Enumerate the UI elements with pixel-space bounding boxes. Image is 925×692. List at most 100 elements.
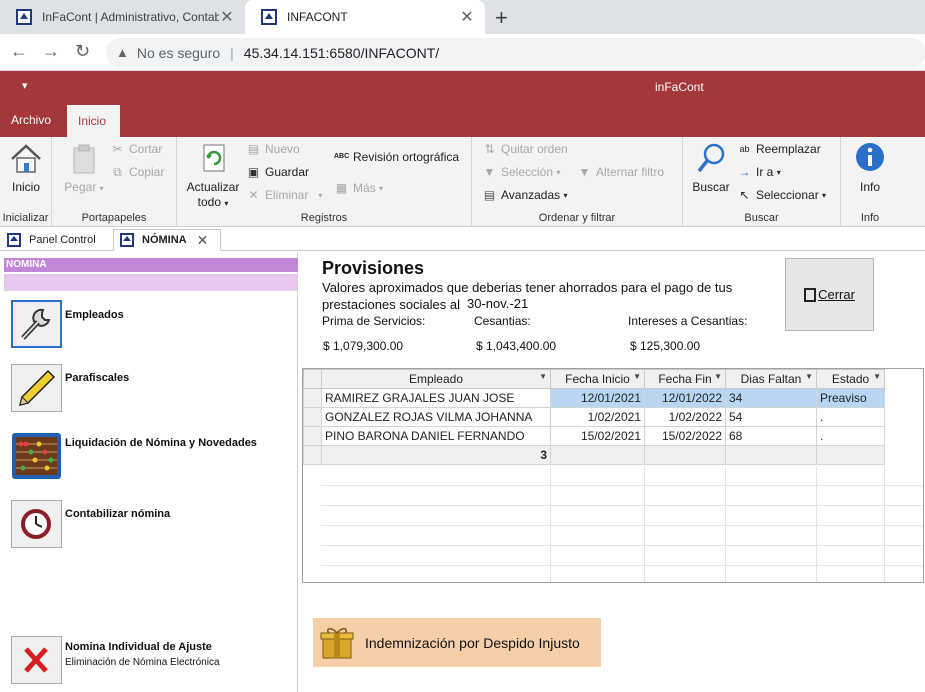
clipboard-icon <box>67 142 101 176</box>
dropdown-icon[interactable]: ▼ <box>873 372 881 381</box>
cell-empleado[interactable]: RAMIREZ GRAJALES JUAN JOSE <box>321 388 551 408</box>
liquidacion-button[interactable] <box>11 432 62 480</box>
cell-fecha-fin[interactable]: 12/01/2022 <box>644 388 726 408</box>
seleccionar-button[interactable]: ↖ Seleccionar ▾ <box>737 188 826 202</box>
column-header-empleado[interactable]: Empleado ▼ <box>321 369 551 389</box>
cell-empleado[interactable]: GONZALEZ ROJAS VILMA JOHANNA <box>321 407 551 427</box>
alternar-label: Alternar filtro <box>596 165 665 179</box>
dropdown-icon[interactable]: ▼ <box>714 372 722 381</box>
indemnizacion-button[interactable]: Indemnización por Despido Injusto <box>313 618 601 667</box>
tab-panel-control[interactable]: Panel Control <box>0 229 103 251</box>
avanzadas-button[interactable]: ▤ Avanzadas ▾ <box>482 188 568 202</box>
url-text[interactable]: 45.34.14.151:6580/INFACONT/ <box>244 45 439 61</box>
url-field[interactable]: ▲ No es seguro | 45.34.14.151:6580/INFAC… <box>106 38 925 67</box>
table-row[interactable]: GONZALEZ ROJAS VILMA JOHANNA 1/02/2021 1… <box>303 407 885 427</box>
column-header-fecha-fin[interactable]: Fecha Fin ▼ <box>644 369 726 389</box>
column-header-estado[interactable]: Estado ▼ <box>816 369 885 389</box>
dropdown-icon[interactable]: ▼ <box>633 372 641 381</box>
cell-estado[interactable]: . <box>816 426 885 446</box>
cell-fecha-inicio[interactable]: 1/02/2021 <box>550 407 645 427</box>
row-selector[interactable] <box>303 407 322 427</box>
guardar-button[interactable]: ▣ Guardar <box>246 165 309 179</box>
column-header-dias-faltan[interactable]: Dias Faltan ▼ <box>725 369 817 389</box>
contabilizar-button[interactable] <box>11 500 62 548</box>
cell-fecha-inicio[interactable]: 12/01/2021 <box>550 388 645 408</box>
page-title: Provisiones <box>322 258 425 278</box>
row-selector[interactable] <box>303 388 322 408</box>
cell-dias-faltan[interactable]: 54 <box>725 407 817 427</box>
copiar-button[interactable]: ⧉ Copiar <box>110 165 164 179</box>
column-label: Fecha Fin <box>658 372 712 386</box>
back-icon[interactable]: ← <box>10 41 28 62</box>
nuevo-button[interactable]: ▤ Nuevo <box>246 142 300 156</box>
contabilizar-label: Contabilizar nómina <box>65 508 171 520</box>
cell-estado[interactable]: Preaviso <box>816 388 885 408</box>
cell-dias-faltan[interactable]: 68 <box>725 426 817 446</box>
close-icon[interactable]: ✕ <box>197 232 209 249</box>
parafiscales-button[interactable] <box>11 364 62 412</box>
inicio-button[interactable]: Inicio <box>4 142 48 195</box>
seleccionar-label: Seleccionar <box>756 188 819 202</box>
document-tabs: Panel Control NÓMINA ✕ <box>0 227 925 251</box>
cortar-button[interactable]: ✂ Cortar <box>110 142 162 156</box>
buscar-button[interactable]: Buscar <box>689 142 733 195</box>
warning-icon[interactable]: ▲ <box>116 45 129 60</box>
pegar-button[interactable]: Pegar ▾ <box>62 142 106 196</box>
cell-empleado[interactable]: PINO BARONA DANIEL FERNANDO <box>321 426 551 446</box>
todo-label: todo <box>197 195 221 209</box>
actualizar-label: Actualizar <box>186 180 240 194</box>
info-icon <box>853 142 887 176</box>
eliminar-button[interactable]: ✕ Eliminar ▾ <box>246 188 322 202</box>
reemplazar-label: Reemplazar <box>756 142 821 156</box>
dropdown-icon[interactable]: ▼ <box>539 372 547 381</box>
close-tab-icon[interactable]: ✕ <box>219 7 235 27</box>
actualizar-todo-button[interactable]: Actualizar todo ▾ <box>183 142 243 211</box>
seleccion-button[interactable]: ▼ Selección ▾ <box>482 165 561 179</box>
revision-button[interactable]: ABC Revisión ortográfica <box>334 150 459 164</box>
total-cell <box>550 445 645 465</box>
tab-nomina[interactable]: NÓMINA ✕ <box>113 229 221 251</box>
forward-icon[interactable]: → <box>42 41 60 62</box>
table-row[interactable]: PINO BARONA DANIEL FERNANDO 15/02/2021 1… <box>303 426 885 446</box>
cell-fecha-fin[interactable]: 1/02/2022 <box>644 407 726 427</box>
cerrar-button[interactable]: Cerrar <box>785 258 874 331</box>
cell-dias-faltan[interactable]: 34 <box>725 388 817 408</box>
browser-tab-title: INFACONT <box>287 10 348 24</box>
group-buscar: Buscar ab Reemplazar → Ir a ▾ ↖ Seleccionar… <box>683 137 841 227</box>
sort-clear-icon: ⇅ <box>484 142 495 156</box>
ribbon-tab-archivo[interactable]: Archivo <box>0 104 62 137</box>
row-selector[interactable] <box>303 426 322 446</box>
browser-tab-infacont[interactable]: INFACONT ✕ <box>245 0 485 34</box>
prima-label: Prima de Servicios: <box>322 314 426 328</box>
empleados-button[interactable] <box>11 300 62 348</box>
security-label[interactable]: No es seguro <box>137 45 220 61</box>
provisiones-panel: Provisiones Valores aproximados que debe… <box>299 252 925 692</box>
intereses-value: $ 125,300.00 <box>630 339 701 353</box>
cell-estado[interactable]: . <box>816 407 885 427</box>
red-x-icon <box>24 647 48 673</box>
nomina-ajuste-button[interactable] <box>11 636 62 684</box>
ir-a-button[interactable]: → Ir a ▾ <box>737 165 781 179</box>
table-row[interactable]: RAMIREZ GRAJALES JUAN JOSE 12/01/2021 12… <box>303 388 885 408</box>
new-tab-button[interactable]: + <box>495 5 508 31</box>
intereses-label: Intereses a Cesantias: <box>628 314 748 328</box>
close-tab-icon[interactable]: ✕ <box>459 7 475 27</box>
quitar-orden-button[interactable]: ⇅ Quitar orden <box>482 142 567 156</box>
cell-fecha-inicio[interactable]: 15/02/2021 <box>550 426 645 446</box>
clock-icon <box>21 509 51 539</box>
reload-icon[interactable]: ↻ <box>75 41 90 62</box>
mas-button[interactable]: ▦ Más ▾ <box>334 181 383 195</box>
menu-subheader <box>4 274 298 291</box>
ribbon-tab-inicio[interactable]: Inicio <box>67 105 120 137</box>
cell-fecha-fin[interactable]: 15/02/2022 <box>644 426 726 446</box>
quick-access-dropdown[interactable]: ▾ <box>22 79 28 92</box>
info-button[interactable]: Info <box>848 142 892 195</box>
select-all-cell[interactable] <box>303 369 322 389</box>
browser-tab-title: InFaCont | Administrativo, Contab <box>42 10 219 24</box>
dropdown-icon[interactable]: ▼ <box>805 372 813 381</box>
alternar-filtro-button[interactable]: ▼ Alternar filtro <box>577 165 664 179</box>
reemplazar-button[interactable]: ab Reemplazar <box>737 142 821 156</box>
browser-tab-infacont-admin[interactable]: InFaCont | Administrativo, Contab ✕ <box>0 0 245 34</box>
total-cell <box>644 445 726 465</box>
column-header-fecha-inicio[interactable]: Fecha Inicio ▼ <box>550 369 645 389</box>
